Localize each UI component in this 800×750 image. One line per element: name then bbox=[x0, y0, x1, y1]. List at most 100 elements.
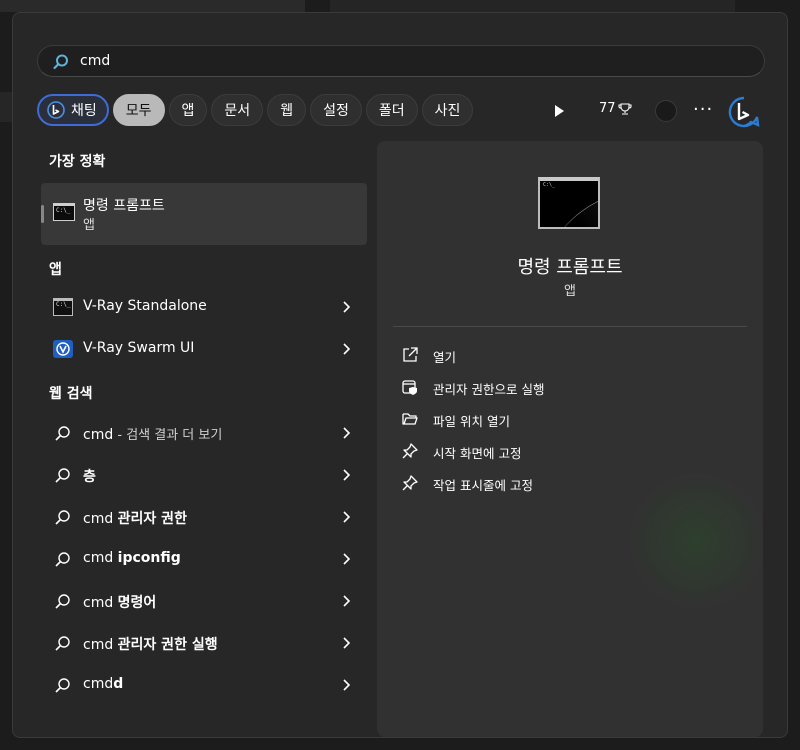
query-text: cmd bbox=[83, 427, 114, 443]
chevron-right-icon[interactable] bbox=[341, 300, 351, 314]
query-text: cmd bbox=[83, 550, 118, 566]
suggestion-text: 층 bbox=[83, 469, 96, 485]
search-icon bbox=[55, 594, 70, 609]
avatar[interactable] bbox=[655, 100, 677, 122]
action-label: 열기 bbox=[433, 350, 457, 365]
trophy-icon bbox=[617, 102, 632, 115]
suggestion-text: 명령어 bbox=[117, 595, 157, 611]
preview-pane: C:\_ 명령 프롬프트 앱 열기 관리자 권한으로 실행 파일 위치 열기 시… bbox=[377, 141, 763, 737]
suggestion-text: 관리자 권한 실행 bbox=[117, 637, 218, 653]
filter-photos[interactable]: 사진 bbox=[421, 94, 474, 126]
chevron-right-icon[interactable] bbox=[341, 636, 351, 650]
best-match-title: 명령 프롬프트 bbox=[83, 198, 165, 214]
action-label: 시작 화면에 고정 bbox=[433, 446, 522, 461]
query-text: cmd bbox=[83, 676, 114, 692]
web-result[interactable]: cmdd bbox=[41, 665, 367, 705]
suggestion-text: - 검색 결과 더 보기 bbox=[113, 428, 223, 443]
filter-label: 웹 bbox=[280, 103, 294, 119]
search-icon bbox=[55, 678, 70, 693]
filter-chat[interactable]: 채팅 bbox=[37, 94, 109, 126]
suggestion-text: d bbox=[113, 676, 124, 692]
web-result-label: cmd 관리자 권한 실행 bbox=[83, 634, 218, 654]
chevron-right-icon[interactable] bbox=[341, 678, 351, 692]
filter-label: 앱 bbox=[181, 103, 195, 119]
web-result[interactable]: cmd ipconfig bbox=[41, 539, 367, 579]
web-result[interactable]: cmd 관리자 권한 실행 bbox=[41, 623, 367, 663]
web-result-label: cmd ipconfig bbox=[83, 550, 181, 566]
query-text: cmd bbox=[83, 511, 118, 527]
search-icon bbox=[55, 510, 70, 525]
list-item-label: V-Ray Swarm UI bbox=[83, 340, 195, 356]
web-result-label: 층 bbox=[83, 466, 96, 486]
action-label: 관리자 권한으로 실행 bbox=[433, 382, 545, 397]
divider bbox=[393, 326, 747, 327]
query-text: cmd bbox=[83, 637, 118, 653]
selection-indicator bbox=[41, 205, 44, 223]
filter-label: 채팅 bbox=[71, 103, 97, 119]
chevron-right-icon[interactable] bbox=[341, 468, 351, 482]
query-text: cmd bbox=[83, 595, 118, 611]
suggestion-text: ipconfig bbox=[117, 550, 181, 566]
preview-title: 명령 프롬프트 bbox=[517, 257, 623, 278]
background-window bbox=[330, 0, 735, 12]
search-icon bbox=[55, 426, 70, 441]
run-as-admin-icon bbox=[402, 380, 417, 395]
search-bar[interactable] bbox=[37, 45, 765, 77]
web-result-label: cmd - 검색 결과 더 보기 bbox=[83, 424, 222, 443]
web-result-label: cmd 명령어 bbox=[83, 592, 156, 612]
play-icon[interactable] bbox=[551, 103, 567, 119]
search-icon bbox=[53, 54, 68, 70]
action-open[interactable]: 열기 bbox=[401, 343, 701, 367]
action-pin-to-taskbar[interactable]: 작업 표시줄에 고정 bbox=[401, 471, 701, 495]
web-result-label: cmdd bbox=[83, 676, 123, 692]
more-options-button[interactable]: ··· bbox=[693, 99, 713, 120]
action-label: 작업 표시줄에 고정 bbox=[433, 478, 533, 493]
action-pin-to-start[interactable]: 시작 화면에 고정 bbox=[401, 439, 701, 463]
filter-web[interactable]: 웹 bbox=[267, 94, 307, 126]
console-app-icon: C:\_ bbox=[53, 298, 73, 316]
web-result[interactable]: cmd - 검색 결과 더 보기 bbox=[41, 413, 367, 453]
filter-label: 모두 bbox=[125, 103, 152, 119]
filter-label: 문서 bbox=[224, 103, 251, 119]
rewards-points[interactable]: 77 bbox=[599, 101, 632, 116]
filter-folders[interactable]: 폴더 bbox=[365, 94, 418, 126]
search-icon bbox=[55, 552, 70, 567]
suggestion-text: 관리자 권한 bbox=[117, 511, 187, 527]
best-match-heading: 가장 정확 bbox=[49, 154, 106, 170]
filter-label: 사진 bbox=[434, 103, 461, 119]
bing-icon[interactable] bbox=[727, 95, 761, 129]
filter-settings[interactable]: 설정 bbox=[310, 94, 362, 126]
bing-chat-icon bbox=[47, 101, 65, 119]
web-result[interactable]: cmd 명령어 bbox=[41, 581, 367, 621]
web-result[interactable]: 층 bbox=[41, 455, 367, 495]
action-run-as-admin[interactable]: 관리자 권한으로 실행 bbox=[401, 375, 701, 399]
filter-tabs: 채팅 모두 앱 문서 웹 설정 폴더 사진 bbox=[37, 94, 474, 128]
action-open-file-location[interactable]: 파일 위치 열기 bbox=[401, 407, 701, 431]
command-prompt-icon: C:\_ bbox=[538, 177, 600, 229]
filter-all[interactable]: 모두 bbox=[112, 94, 165, 126]
filter-documents[interactable]: 문서 bbox=[211, 94, 264, 126]
filter-label: 폴더 bbox=[378, 103, 405, 119]
web-search-heading: 웹 검색 bbox=[49, 386, 93, 402]
list-item[interactable]: V-Ray Swarm UI bbox=[41, 329, 367, 369]
open-external-icon bbox=[403, 347, 418, 362]
chevron-right-icon[interactable] bbox=[341, 594, 351, 608]
preview-subtitle: 앱 bbox=[564, 284, 576, 299]
search-input[interactable] bbox=[80, 50, 740, 72]
pin-icon bbox=[402, 443, 418, 459]
chevron-right-icon[interactable] bbox=[341, 426, 351, 440]
search-icon bbox=[55, 468, 70, 483]
web-result[interactable]: cmd 관리자 권한 bbox=[41, 497, 367, 537]
chevron-right-icon[interactable] bbox=[341, 552, 351, 566]
apps-heading: 앱 bbox=[49, 262, 62, 278]
chevron-right-icon[interactable] bbox=[341, 342, 351, 356]
chevron-right-icon[interactable] bbox=[341, 510, 351, 524]
filter-apps[interactable]: 앱 bbox=[168, 94, 208, 126]
list-item[interactable]: C:\_ V-Ray Standalone bbox=[41, 287, 367, 327]
best-match-item[interactable]: C:\_ 명령 프롬프트 앱 bbox=[41, 183, 367, 245]
command-prompt-icon: C:\_ bbox=[53, 203, 75, 221]
vray-swarm-icon bbox=[53, 340, 73, 358]
background-window bbox=[0, 92, 12, 122]
web-result-label: cmd 관리자 권한 bbox=[83, 508, 187, 528]
search-icon bbox=[55, 636, 70, 651]
